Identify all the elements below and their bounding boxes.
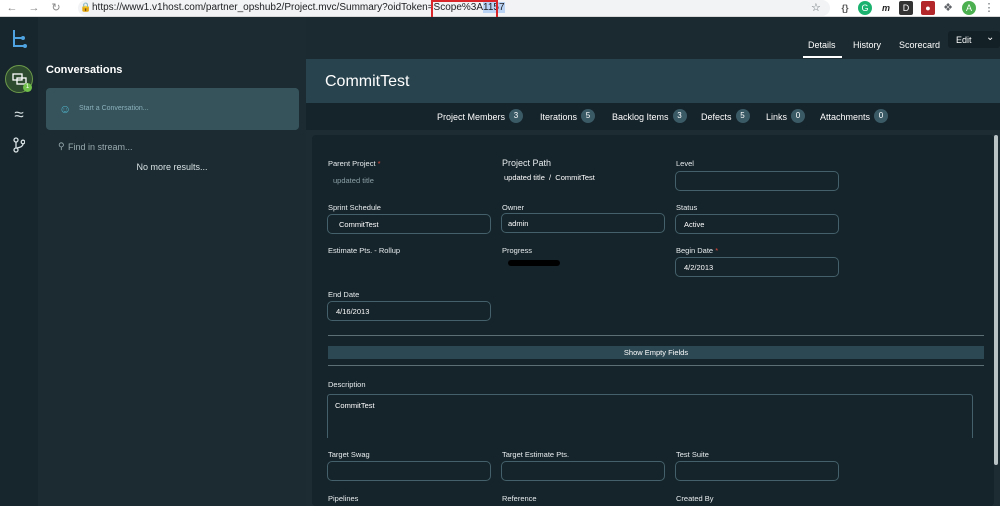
- extension-icon-1[interactable]: {}: [838, 1, 852, 15]
- lock-icon: 🔒: [80, 2, 92, 12]
- count-badge: 5: [735, 109, 750, 124]
- level-field[interactable]: [675, 171, 839, 191]
- owner-label: Owner: [502, 203, 525, 212]
- back-icon[interactable]: ←: [6, 2, 18, 14]
- relation-backlog-items[interactable]: Backlog Items 3: [612, 109, 687, 124]
- reference-label: Reference: [502, 494, 537, 503]
- show-empty-fields-label: Show Empty Fields: [623, 348, 689, 357]
- user-icon: ☺: [59, 102, 72, 116]
- start-conversation-input[interactable]: ☺ Start a Conversation...: [46, 88, 299, 130]
- logo-icon[interactable]: [0, 29, 38, 52]
- begin-date-field[interactable]: 4/2/2013: [675, 257, 839, 277]
- star-icon[interactable]: ☆: [811, 1, 821, 14]
- main-content: Details History Scorecard Edit ⌄ CommitT…: [306, 17, 1000, 506]
- owner-field[interactable]: admin: [501, 213, 665, 233]
- conversation-placeholder: Start a Conversation...: [79, 105, 149, 112]
- begin-date-label: Begin Date *: [676, 246, 719, 255]
- active-tab-indicator: [803, 56, 842, 58]
- target-estimate-field[interactable]: [501, 461, 665, 481]
- relation-attachments[interactable]: Attachments 0: [820, 109, 889, 124]
- scrollbar[interactable]: [994, 135, 998, 465]
- extension-icon-d[interactable]: D: [899, 1, 913, 15]
- count-badge: 5: [581, 109, 596, 124]
- activity-stream-icon[interactable]: ≈: [0, 105, 38, 125]
- count-badge: 3: [509, 109, 524, 124]
- status-label: Status: [676, 203, 698, 212]
- left-rail: 1 ≈: [0, 17, 38, 506]
- relation-links[interactable]: Links 0: [766, 109, 806, 124]
- target-swag-field[interactable]: [327, 461, 491, 481]
- grammarly-icon[interactable]: G: [858, 1, 872, 15]
- puzzle-icon[interactable]: ❖: [941, 1, 955, 15]
- description-label: Description: [328, 380, 366, 389]
- sprint-schedule-field[interactable]: CommitTest: [327, 214, 491, 234]
- divider: [328, 365, 984, 366]
- tab-scorecard[interactable]: Scorecard: [899, 40, 940, 50]
- pipelines-label: Pipelines: [328, 494, 359, 503]
- progress-bar: [508, 260, 560, 266]
- no-more-results: No more results...: [136, 162, 208, 172]
- divider: [328, 335, 984, 336]
- search-icon: ⚲: [58, 141, 65, 151]
- end-date-field[interactable]: 4/16/2013: [327, 301, 491, 321]
- test-suite-label: Test Suite: [676, 450, 709, 459]
- progress-label: Progress: [502, 246, 533, 255]
- relation-iterations[interactable]: Iterations 5: [540, 109, 596, 124]
- project-path-label: Project Path: [502, 158, 552, 168]
- tab-details[interactable]: Details: [808, 40, 836, 50]
- count-badge: 3: [672, 109, 687, 124]
- count-badge: 0: [791, 109, 806, 124]
- target-estimate-label: Target Estimate Pts.: [502, 450, 570, 459]
- level-label: Level: [676, 159, 694, 168]
- edit-button[interactable]: Edit ⌄: [948, 31, 1000, 48]
- menu-icon[interactable]: ⋮: [982, 1, 996, 15]
- extension-icon-m[interactable]: m: [879, 1, 893, 15]
- end-date-label: End Date: [328, 290, 360, 299]
- count-badge: 0: [874, 109, 889, 124]
- conversations-panel: Conversations ☺ Start a Conversation... …: [38, 17, 306, 506]
- edit-label: Edit: [956, 35, 972, 45]
- test-suite-field[interactable]: [675, 461, 839, 481]
- chevron-down-icon: ⌄: [986, 32, 995, 43]
- estimate-rollup-label: Estimate Pts. - Rollup: [328, 246, 401, 255]
- status-field[interactable]: Active: [675, 214, 839, 234]
- relation-defects[interactable]: Defects 5: [701, 109, 750, 124]
- relations-bar: Project Members 3 Iterations 5 Backlog Ite…: [306, 103, 1000, 130]
- browser-toolbar: ← → ↻ 🔒 https://www1.v1host.com/partner_…: [0, 0, 1000, 17]
- target-swag-label: Target Swag: [328, 450, 370, 459]
- notification-badge: 1: [23, 83, 32, 92]
- details-card: Parent Project * updated title Project P…: [312, 135, 994, 506]
- show-empty-fields-button[interactable]: Show Empty Fields: [328, 346, 984, 359]
- reload-icon[interactable]: ↻: [50, 2, 62, 14]
- parent-project-value[interactable]: updated title: [333, 176, 374, 185]
- tab-history[interactable]: History: [853, 40, 881, 50]
- conversations-title: Conversations: [46, 64, 123, 76]
- created-by-label: Created By: [676, 494, 714, 503]
- project-header: CommitTest: [306, 59, 1000, 103]
- relation-project-members[interactable]: Project Members 3: [437, 109, 524, 124]
- parent-project-label: Parent Project *: [328, 159, 381, 168]
- branch-icon[interactable]: [0, 137, 38, 156]
- project-path-value[interactable]: updated title / CommitTest: [504, 173, 595, 182]
- view-tabs: Details History Scorecard Edit ⌄: [306, 17, 1000, 59]
- page-title: CommitTest: [325, 73, 410, 90]
- extension-icon-red[interactable]: ●: [921, 1, 935, 15]
- find-in-stream-input[interactable]: Find in stream...: [68, 142, 133, 152]
- sprint-schedule-label: Sprint Schedule: [328, 203, 381, 212]
- description-field[interactable]: CommitTest: [327, 394, 973, 438]
- avatar[interactable]: A: [962, 1, 976, 15]
- forward-icon[interactable]: →: [28, 2, 40, 14]
